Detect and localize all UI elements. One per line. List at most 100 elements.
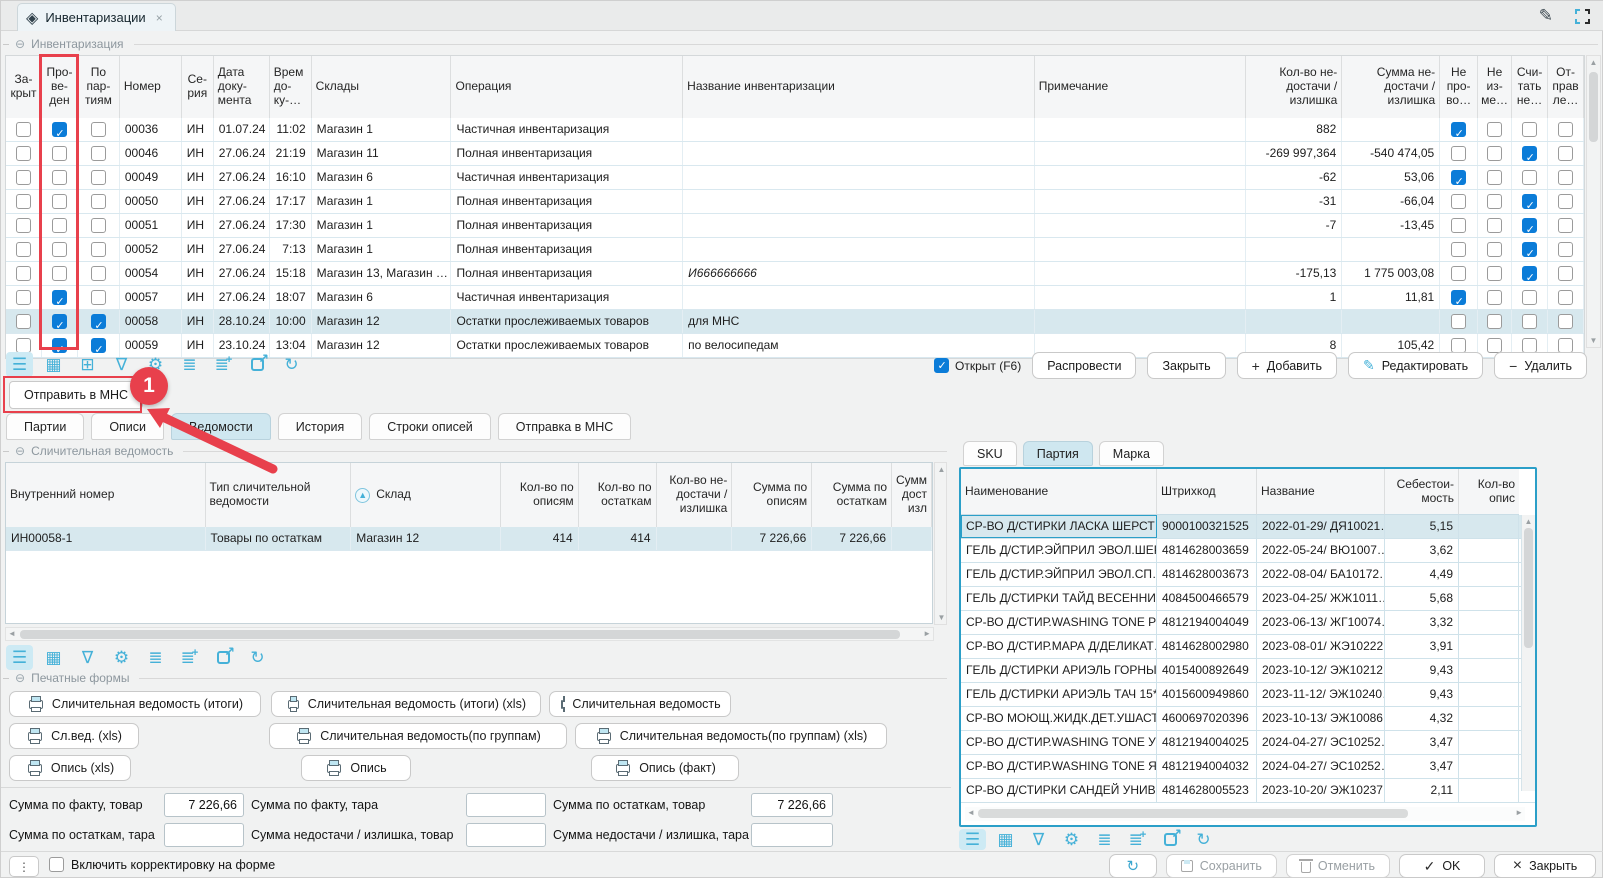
table-row[interactable]: СР-ВО Д/СТИР.WASHING TONE У… 48121940040… bbox=[961, 731, 1535, 755]
count-not-checkbox[interactable] bbox=[1522, 242, 1537, 257]
col-header-sum-by-stock[interactable]: Сумма по остаткам bbox=[812, 463, 892, 527]
table-row[interactable]: 00052 ИН 27.06.24 7:13 Магазин 1 Полная … bbox=[6, 238, 1584, 262]
col-header-note[interactable]: Примечание bbox=[1035, 56, 1247, 118]
tab-sku[interactable]: SKU bbox=[963, 441, 1017, 466]
view-list-icon[interactable]: ☰ bbox=[959, 829, 986, 850]
col-header-operation[interactable]: Операция bbox=[451, 56, 683, 118]
scroll-left-icon[interactable]: ◄ bbox=[967, 807, 975, 819]
more-menu-button[interactable]: ⋮ bbox=[9, 856, 39, 877]
batch-vscrollbar[interactable]: ▲ bbox=[1521, 515, 1535, 791]
numbered-list-icon[interactable]: ≣ bbox=[1091, 829, 1118, 850]
statement-vscrollbar[interactable]: ▲ ▼ bbox=[934, 462, 947, 625]
view-list-icon[interactable]: ☰ bbox=[6, 352, 33, 377]
closed-checkbox[interactable] bbox=[16, 122, 31, 137]
col-header-series[interactable]: Се- рия bbox=[182, 56, 214, 118]
fullscreen-icon[interactable] bbox=[1575, 9, 1590, 24]
not-posted-checkbox[interactable] bbox=[1451, 146, 1466, 161]
col-header-internal-number[interactable]: Внутренний номер bbox=[6, 463, 206, 527]
scroll-up-icon[interactable]: ▲ bbox=[1522, 517, 1535, 526]
col-header-sent[interactable]: От- прав ле… bbox=[1548, 56, 1584, 118]
count-not-checkbox[interactable] bbox=[1522, 266, 1537, 281]
print-statement-totals-xls-button[interactable]: Сличительная ведомость (итоги) (xls) bbox=[271, 691, 541, 717]
save-button[interactable]: Сохранить bbox=[1166, 854, 1277, 878]
closed-checkbox[interactable] bbox=[16, 218, 31, 233]
not-posted-checkbox[interactable] bbox=[1451, 266, 1466, 281]
sum-stock-tare-value[interactable] bbox=[164, 823, 244, 847]
col-header-qty-by-stock[interactable]: Кол-во по остаткам bbox=[579, 463, 657, 527]
closed-checkbox[interactable] bbox=[16, 266, 31, 281]
tab-mns-send[interactable]: Отправка в МНС bbox=[498, 413, 632, 440]
by-batches-checkbox[interactable] bbox=[91, 194, 106, 209]
sent-checkbox[interactable] bbox=[1558, 122, 1573, 137]
scroll-up-icon[interactable]: ▲ bbox=[935, 465, 948, 474]
sum-stock-goods-value[interactable]: 7 226,66 bbox=[751, 793, 833, 817]
print-statement-button[interactable]: Сличительная ведомость bbox=[549, 691, 731, 717]
print-statement-totals-button[interactable]: Сличительная ведомость (итоги) bbox=[9, 691, 261, 717]
col-header-not-changed[interactable]: Не из- ме… bbox=[1478, 56, 1512, 118]
not-changed-checkbox[interactable] bbox=[1487, 170, 1502, 185]
tab-list-lines[interactable]: Строки описей bbox=[369, 413, 490, 440]
table-row[interactable]: СР-ВО Д/СТИР.WASHING TONE Р… 48121940040… bbox=[961, 611, 1535, 635]
col-header-name[interactable]: Наименование bbox=[961, 469, 1157, 515]
table-row[interactable]: 00036 ИН 01.07.24 11:02 Магазин 1 Частич… bbox=[6, 118, 1584, 142]
print-statement-by-groups-xls-button[interactable]: Сличительная ведомость(по группам) (xls) bbox=[575, 723, 887, 749]
by-batches-checkbox[interactable] bbox=[91, 146, 106, 161]
closed-checkbox[interactable] bbox=[16, 146, 31, 161]
table-row[interactable]: СР-ВО МОЮЩ.ЖИДК.ДЕТ.УШАСТ… 4600697020396… bbox=[961, 707, 1535, 731]
table-row[interactable]: СР-ВО Д/СТИР.WASHING TONE Я… 48121940040… bbox=[961, 755, 1535, 779]
col-header-qty-lists[interactable]: Кол-во опис bbox=[1459, 469, 1519, 515]
view-table-icon[interactable]: ▦ bbox=[992, 829, 1019, 850]
closed-checkbox[interactable] bbox=[16, 194, 31, 209]
gear-icon[interactable]: ⚙ bbox=[108, 645, 135, 670]
tab-batch[interactable]: Партия bbox=[1023, 441, 1093, 466]
count-not-checkbox[interactable] bbox=[1522, 314, 1537, 329]
collapse-icon[interactable]: ⊖ bbox=[15, 671, 25, 685]
table-row[interactable]: ГЕЛЬ Д/СТИРКИ АРИЭЛЬ ГОРНЫ… 401540089264… bbox=[961, 659, 1535, 683]
sent-checkbox[interactable] bbox=[1558, 242, 1573, 257]
col-header-sum-shortage[interactable]: Сумм дост изл bbox=[892, 463, 932, 527]
view-list-icon[interactable]: ☰ bbox=[6, 645, 33, 670]
batch-hscrollbar[interactable]: ◄ ► bbox=[965, 807, 1525, 821]
print-statement-short-xls-button[interactable]: Сл.вед. (xls) bbox=[9, 723, 139, 749]
sent-checkbox[interactable] bbox=[1558, 314, 1573, 329]
sum-fact-tare-value[interactable] bbox=[466, 793, 546, 817]
scroll-thumb[interactable] bbox=[978, 809, 1408, 818]
refresh-button[interactable]: ↻ bbox=[1109, 854, 1157, 878]
view-table-icon[interactable]: ▦ bbox=[40, 352, 67, 377]
col-header-qty-shortage[interactable]: Кол-во не- достачи / излишка bbox=[657, 463, 733, 527]
gear-icon[interactable]: ⚙ bbox=[1058, 829, 1085, 850]
sent-checkbox[interactable] bbox=[1558, 170, 1573, 185]
close-button[interactable]: ×Закрыть bbox=[1494, 854, 1596, 878]
open-external-icon[interactable]: ↗ bbox=[1157, 829, 1184, 850]
col-header-number[interactable]: Номер bbox=[120, 56, 182, 118]
table-row[interactable]: СР-ВО Д/СТИР.МАРА Д/ДЕЛИКАТ… 48146280029… bbox=[961, 635, 1535, 659]
table-row[interactable]: СР-ВО Д/СТИРКИ ЛАСКА ШЕРСТ… 900010032152… bbox=[961, 515, 1535, 539]
refresh-icon[interactable]: ↻ bbox=[244, 645, 271, 670]
open-external-icon[interactable]: ↗ bbox=[210, 645, 237, 670]
col-header-statement-type[interactable]: Тип сличительной ведомости bbox=[206, 463, 352, 527]
view-table-icon[interactable]: ▦ bbox=[40, 645, 67, 670]
add-lines-icon[interactable]: ≣+ bbox=[176, 645, 203, 670]
tab-mark[interactable]: Марка bbox=[1099, 441, 1164, 466]
count-not-checkbox[interactable] bbox=[1522, 194, 1537, 209]
not-posted-checkbox[interactable] bbox=[1451, 338, 1466, 353]
scroll-thumb[interactable] bbox=[1524, 528, 1533, 648]
sent-checkbox[interactable] bbox=[1558, 290, 1573, 305]
not-changed-checkbox[interactable] bbox=[1487, 338, 1502, 353]
not-changed-checkbox[interactable] bbox=[1487, 290, 1502, 305]
table-row[interactable]: ГЕЛЬ Д/СТИРКИ АРИЭЛЬ ТАЧ 15*… 4015600949… bbox=[961, 683, 1535, 707]
edit-pencil-icon[interactable]: ✎ bbox=[1539, 6, 1553, 26]
not-posted-checkbox[interactable] bbox=[1451, 122, 1466, 137]
by-batches-checkbox[interactable] bbox=[91, 242, 106, 257]
col-header-doc-time[interactable]: Врем до- ку-… bbox=[270, 56, 312, 118]
print-list-button[interactable]: Опись bbox=[301, 755, 411, 781]
not-posted-checkbox[interactable] bbox=[1451, 218, 1466, 233]
print-list-xls-button[interactable]: Опись (xls) bbox=[9, 755, 131, 781]
collapse-icon[interactable]: ⊖ bbox=[15, 444, 25, 458]
col-header-closed[interactable]: За- крыт bbox=[6, 56, 42, 118]
open-filter-checkbox[interactable] bbox=[934, 358, 949, 373]
by-batches-checkbox[interactable] bbox=[91, 218, 106, 233]
scroll-right-icon[interactable]: ► bbox=[1515, 807, 1523, 819]
cancel-button[interactable]: Отменить bbox=[1286, 854, 1390, 878]
table-row[interactable]: 00054 ИН 27.06.24 15:18 Магазин 13, Мага… bbox=[6, 262, 1584, 286]
